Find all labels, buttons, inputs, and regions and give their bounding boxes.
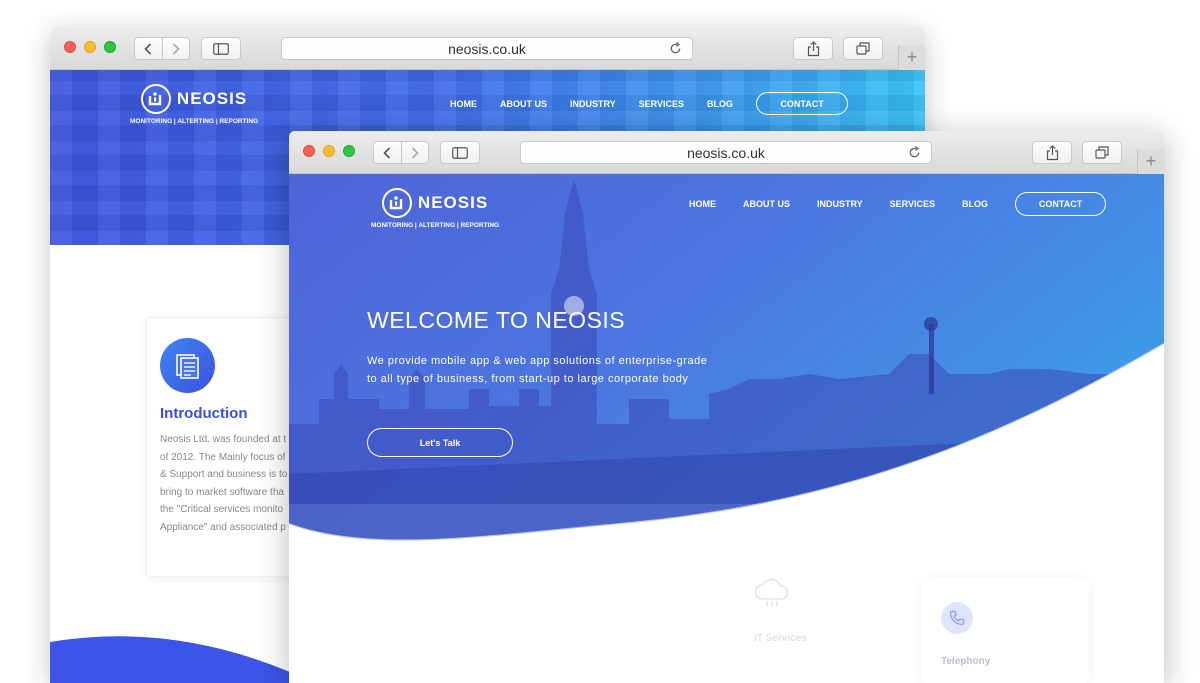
hero-title: WELCOME TO NEOSIS xyxy=(367,307,626,333)
sidebar-button[interactable] xyxy=(440,141,480,164)
tabs-overview-icon xyxy=(1095,146,1109,159)
reload-icon[interactable] xyxy=(669,42,682,55)
forward-button[interactable] xyxy=(400,142,428,163)
nav-industry[interactable]: INDUSTRY xyxy=(570,99,616,109)
history-buttons xyxy=(134,37,190,60)
share-icon xyxy=(1046,144,1058,160)
sidebar-icon xyxy=(213,42,229,55)
chevron-left-icon xyxy=(383,146,391,159)
nav-blog[interactable]: BLOG xyxy=(962,199,988,209)
browser-toolbar: neosis.co.uk + xyxy=(289,131,1164,174)
neosis-logo-icon xyxy=(381,188,412,218)
nav-services[interactable]: SERVICES xyxy=(890,199,935,209)
share-button[interactable] xyxy=(1032,141,1072,164)
chevron-left-icon xyxy=(144,42,152,55)
logo-tagline: MONITORING | ALTERTING | REPORTING xyxy=(371,222,500,229)
sidebar-icon xyxy=(452,146,468,159)
main-nav: HOME ABOUT US INDUSTRY SERVICES BLOG CON… xyxy=(689,192,1107,216)
show-tabs-button[interactable] xyxy=(843,37,883,60)
minimize-window-button[interactable] xyxy=(323,145,335,157)
main-nav: HOME ABOUT US INDUSTRY SERVICES BLOG CON… xyxy=(450,92,849,115)
new-tab-button[interactable]: + xyxy=(898,45,925,70)
tabs-overview-icon xyxy=(856,42,870,55)
new-tab-button[interactable]: + xyxy=(1137,149,1164,174)
minimize-window-button[interactable] xyxy=(84,41,96,53)
lets-talk-button[interactable]: Let's Talk xyxy=(367,428,513,457)
intro-title: Introduction xyxy=(160,405,248,422)
window-controls xyxy=(303,145,355,157)
zoom-window-button[interactable] xyxy=(343,145,355,157)
plus-icon: + xyxy=(906,47,918,67)
nav-home[interactable]: HOME xyxy=(689,199,716,209)
logo-wordmark: NEOSIS xyxy=(417,193,489,212)
nav-home[interactable]: HOME xyxy=(450,99,477,109)
show-tabs-button[interactable] xyxy=(1082,141,1122,164)
chevron-right-icon xyxy=(172,42,180,55)
service-label: IT Services xyxy=(754,633,807,644)
nav-industry[interactable]: INDUSTRY xyxy=(817,199,863,209)
site-logo[interactable]: NEOSIS MONITORING | ALTERTING | REPORTIN… xyxy=(371,188,499,229)
url-text: neosis.co.uk xyxy=(448,40,526,57)
contact-button[interactable]: CONTACT xyxy=(1015,192,1107,216)
hero-section: NEOSIS MONITORING | ALTERTING | REPORTIN… xyxy=(289,174,1164,583)
forward-button[interactable] xyxy=(161,38,189,59)
neosis-logo-icon xyxy=(140,84,171,114)
screenshot-stage: neosis.co.uk + NEOSIS MONITORING | ALTER… xyxy=(0,0,1200,683)
close-window-button[interactable] xyxy=(64,41,76,53)
back-button[interactable] xyxy=(135,38,162,59)
chevron-right-icon xyxy=(411,146,419,159)
phone-icon xyxy=(941,602,973,634)
nav-blog[interactable]: BLOG xyxy=(707,99,733,109)
browser-window-front: neosis.co.uk + NEOSIS MONITORING | ALTER… xyxy=(289,131,1164,683)
history-buttons xyxy=(373,141,429,164)
service-card-telephony[interactable]: Telephony xyxy=(921,578,1089,683)
share-button[interactable] xyxy=(793,37,833,60)
service-card-it[interactable]: IT Services xyxy=(744,571,894,683)
nav-services[interactable]: SERVICES xyxy=(639,99,684,109)
plus-icon: + xyxy=(1145,151,1157,171)
site-logo[interactable]: NEOSIS MONITORING | ALTERTING | REPORTIN… xyxy=(130,84,258,125)
address-bar[interactable]: neosis.co.uk xyxy=(281,37,693,60)
contact-button[interactable]: CONTACT xyxy=(756,92,849,115)
documents-icon xyxy=(160,338,215,393)
nav-about-us[interactable]: ABOUT US xyxy=(500,99,547,109)
intro-card: Introduction Neosis Ltd. was founded at … xyxy=(146,317,296,577)
share-icon xyxy=(807,40,819,56)
sidebar-button[interactable] xyxy=(201,37,241,60)
zoom-window-button[interactable] xyxy=(104,41,116,53)
service-label: Telephony xyxy=(941,656,991,667)
browser-toolbar: neosis.co.uk + xyxy=(50,27,925,70)
logo-tagline: MONITORING | ALTERTING | REPORTING xyxy=(130,118,259,125)
logo-wordmark: NEOSIS xyxy=(176,89,248,108)
window-controls xyxy=(64,41,116,53)
url-text: neosis.co.uk xyxy=(687,144,765,161)
reload-icon[interactable] xyxy=(908,146,921,159)
hero-lead: We provide mobile app & web app solution… xyxy=(367,355,708,385)
cloud-icon xyxy=(754,578,789,606)
address-bar[interactable]: neosis.co.uk xyxy=(520,141,932,164)
nav-about-us[interactable]: ABOUT US xyxy=(743,199,790,209)
back-button[interactable] xyxy=(374,142,401,163)
close-window-button[interactable] xyxy=(303,145,315,157)
